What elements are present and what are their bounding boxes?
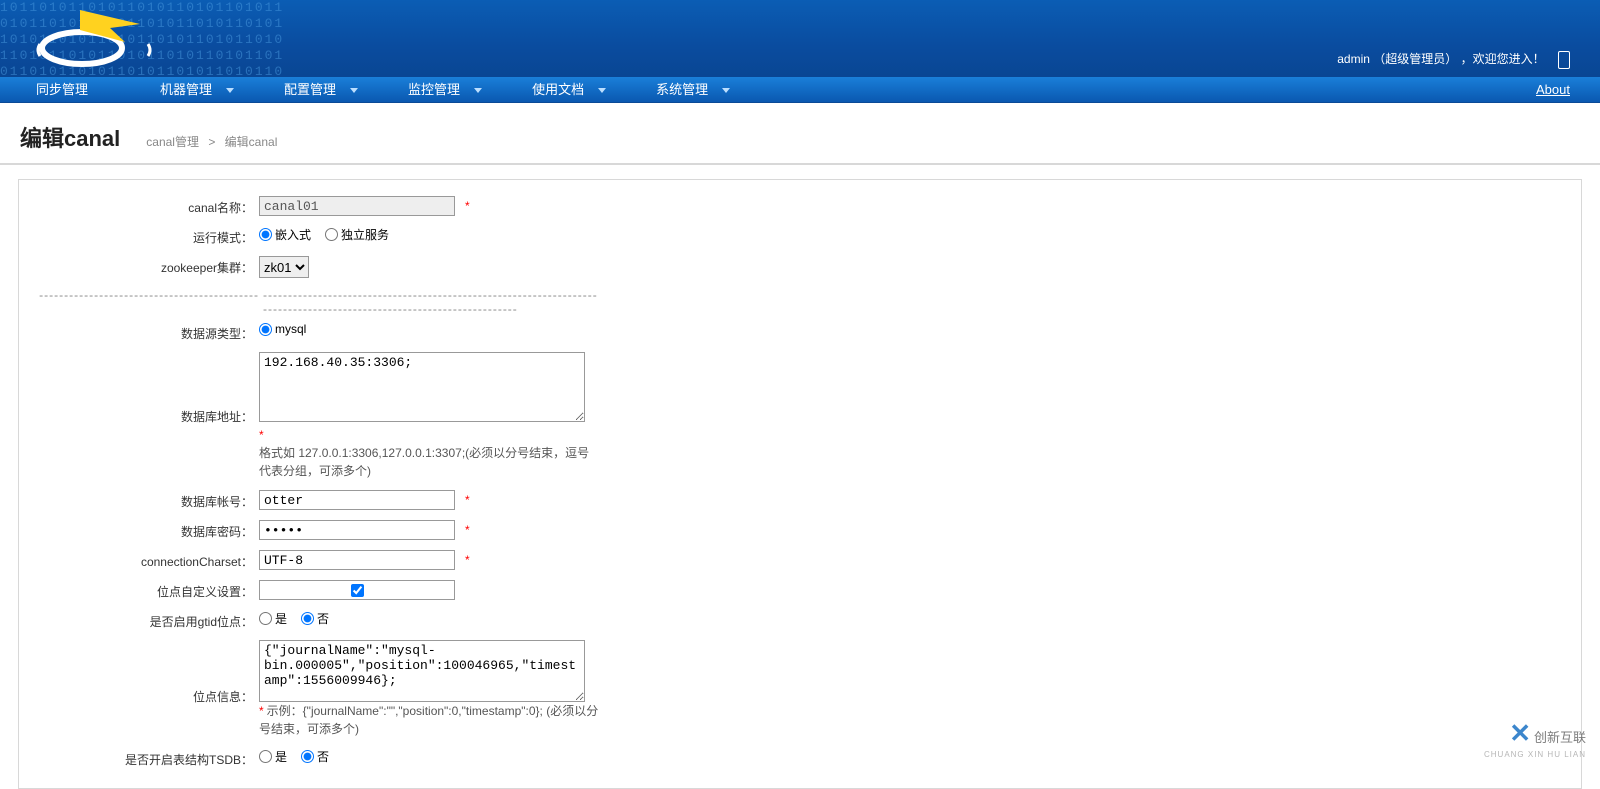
hint-pos-info: 示例：{"journalName":"","position":0,"times… <box>259 704 598 736</box>
app-logo <box>30 4 160 68</box>
nav-config[interactable]: 配置管理 <box>248 77 372 103</box>
nav-docs[interactable]: 使用文档 <box>496 77 620 103</box>
app-header: 10110101101011010110101101011 0101101011… <box>0 0 1600 77</box>
label-zookeeper: zookeeper集群： <box>39 256 259 276</box>
radio-tsdb-yes[interactable] <box>259 750 272 763</box>
user-role: （超级管理员） <box>1373 52 1457 66</box>
user-name: admin <box>1337 52 1370 66</box>
user-info: admin （超级管理员） ，欢迎您进入！ <box>1337 50 1570 69</box>
label-charset: connectionCharset： <box>39 550 259 570</box>
input-db-pass[interactable] <box>259 520 455 540</box>
radio-ds-mysql[interactable] <box>259 323 272 336</box>
separator-row: ----------------------------------------… <box>39 288 1561 316</box>
label-gtid: 是否启用gtid位点： <box>39 610 259 630</box>
checkbox-pos-custom[interactable] <box>351 584 364 597</box>
label-pos-info: 位点信息： <box>39 640 259 705</box>
mobile-icon[interactable] <box>1558 51 1570 69</box>
label-canal-name: canal名称： <box>39 196 259 216</box>
required-mark: * <box>465 550 470 567</box>
textarea-db-addr[interactable]: 192.168.40.35:3306; <box>259 352 585 422</box>
radio-gtid-yes[interactable] <box>259 612 272 625</box>
breadcrumb-parent[interactable]: canal管理 <box>146 135 199 149</box>
form-panel: canal名称： * 运行模式： 嵌入式 独立服务 zookeeper集群： z… <box>18 179 1582 789</box>
select-zookeeper[interactable]: zk01 <box>259 256 309 278</box>
input-db-user[interactable] <box>259 490 455 510</box>
required-mark: * <box>465 196 470 213</box>
user-welcome: ，欢迎您进入！ <box>1461 52 1545 66</box>
radio-runmode-embedded[interactable] <box>259 228 272 241</box>
title-area: 编辑canal canal管理 > 编辑canal <box>0 103 1600 165</box>
main-nav: 同步管理 机器管理 配置管理 监控管理 使用文档 系统管理 About <box>0 77 1600 103</box>
label-db-pass: 数据库密码： <box>39 520 259 540</box>
textarea-pos-info[interactable]: {"journalName":"mysql-bin.000005","posit… <box>259 640 585 702</box>
radio-runmode-standalone[interactable] <box>325 228 338 241</box>
nav-machine[interactable]: 机器管理 <box>124 77 248 103</box>
watermark: ✕创新互联 CHUANG XIN HU LIAN <box>1484 718 1586 760</box>
input-charset[interactable] <box>259 550 455 570</box>
breadcrumb-sep: > <box>208 135 215 149</box>
required-mark: * <box>465 520 470 537</box>
required-mark: * <box>465 490 470 507</box>
label-tsdb: 是否开启表结构TSDB： <box>39 748 259 768</box>
label-db-user: 数据库帐号： <box>39 490 259 510</box>
breadcrumb: canal管理 > 编辑canal <box>146 133 277 153</box>
page-title: 编辑canal <box>20 121 120 153</box>
hint-db-addr: 格式如 127.0.0.1:3306,127.0.0.1:3307;(必须以分号… <box>259 444 599 480</box>
label-run-mode: 运行模式： <box>39 226 259 246</box>
pos-custom-box <box>259 580 455 600</box>
breadcrumb-current: 编辑canal <box>225 135 278 149</box>
label-db-addr: 数据库地址： <box>39 352 259 425</box>
nav-monitor[interactable]: 监控管理 <box>372 77 496 103</box>
nav-sync[interactable]: 同步管理 <box>0 77 124 103</box>
radio-tsdb-no[interactable] <box>301 750 314 763</box>
radio-gtid-no[interactable] <box>301 612 314 625</box>
input-canal-name <box>259 196 455 216</box>
nav-about[interactable]: About <box>1536 77 1570 103</box>
label-ds-type: 数据源类型： <box>39 322 259 342</box>
nav-system[interactable]: 系统管理 <box>620 77 744 103</box>
label-pos-custom: 位点自定义设置： <box>39 580 259 600</box>
